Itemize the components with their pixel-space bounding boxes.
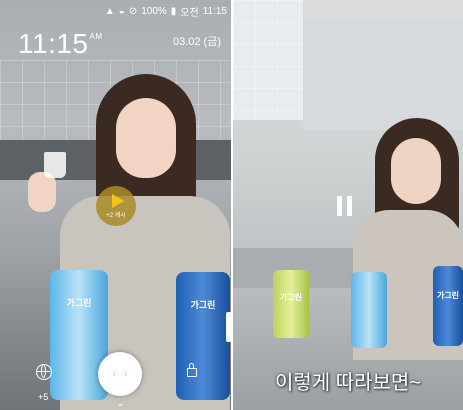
chevron-down-icon[interactable]: ⌄ (116, 398, 124, 409)
clock-time: 11:15 (18, 28, 89, 59)
battery-icon: ▮ (170, 5, 177, 17)
product-bottle-blue-light (351, 272, 387, 348)
lockscreen-panel: 가그린 가그린 ▲ ◒ ⊘ 100% ▮ 오전 11:15 11:15AM 03… (0, 0, 231, 410)
status-ampm: 오전 (180, 7, 199, 19)
pause-icon[interactable] (337, 196, 352, 216)
no-sim-icon: ⊘ (128, 5, 138, 17)
product-label: 가그린 (66, 298, 92, 308)
cup (44, 152, 66, 178)
person-hand (28, 172, 56, 212)
product-bottle-right: 가그린 (176, 272, 230, 400)
clock-ampm: AM (89, 32, 103, 41)
product-bottle-blue-dark: 가그린 (433, 266, 463, 346)
video-panel[interactable]: 가그린 가그린 이렇게 따라보면~ (233, 0, 463, 410)
battery-percent: 100% (141, 5, 167, 17)
product-label: 가그린 (190, 300, 216, 310)
status-time: 11:15 (202, 5, 227, 17)
globe-icon[interactable] (36, 364, 52, 380)
unlock-button[interactable]: ‹ › (98, 352, 142, 396)
background-wall (233, 0, 303, 120)
video-caption: 이렇게 따라보면~ (274, 372, 422, 394)
play-icon (111, 193, 124, 208)
status-bar: ▲ ◒ ⊘ 100% ▮ 오전 11:15 (0, 0, 231, 22)
lockscreen-date: 03.02 (금) (172, 36, 221, 48)
cash-badge: +5 (38, 392, 49, 402)
wifi-icon: ◒ (118, 5, 125, 17)
product-label: 가그린 (279, 293, 303, 302)
ad-reward-label: +2 캐시 (106, 212, 126, 219)
ad-play-button[interactable]: +2 캐시 (96, 186, 136, 226)
product-bottle-green: 가그린 (273, 270, 309, 338)
signal-icon: ▲ (104, 5, 115, 17)
chevron-left-icon: ‹ (112, 368, 116, 380)
lock-icon[interactable] (187, 363, 197, 377)
lockscreen-clock: 11:15AM (18, 28, 103, 60)
wall-panel (303, 20, 463, 130)
product-label: 가그린 (436, 291, 460, 300)
person-face (391, 138, 441, 204)
chevron-right-icon: › (124, 368, 128, 380)
person-face (116, 98, 176, 178)
